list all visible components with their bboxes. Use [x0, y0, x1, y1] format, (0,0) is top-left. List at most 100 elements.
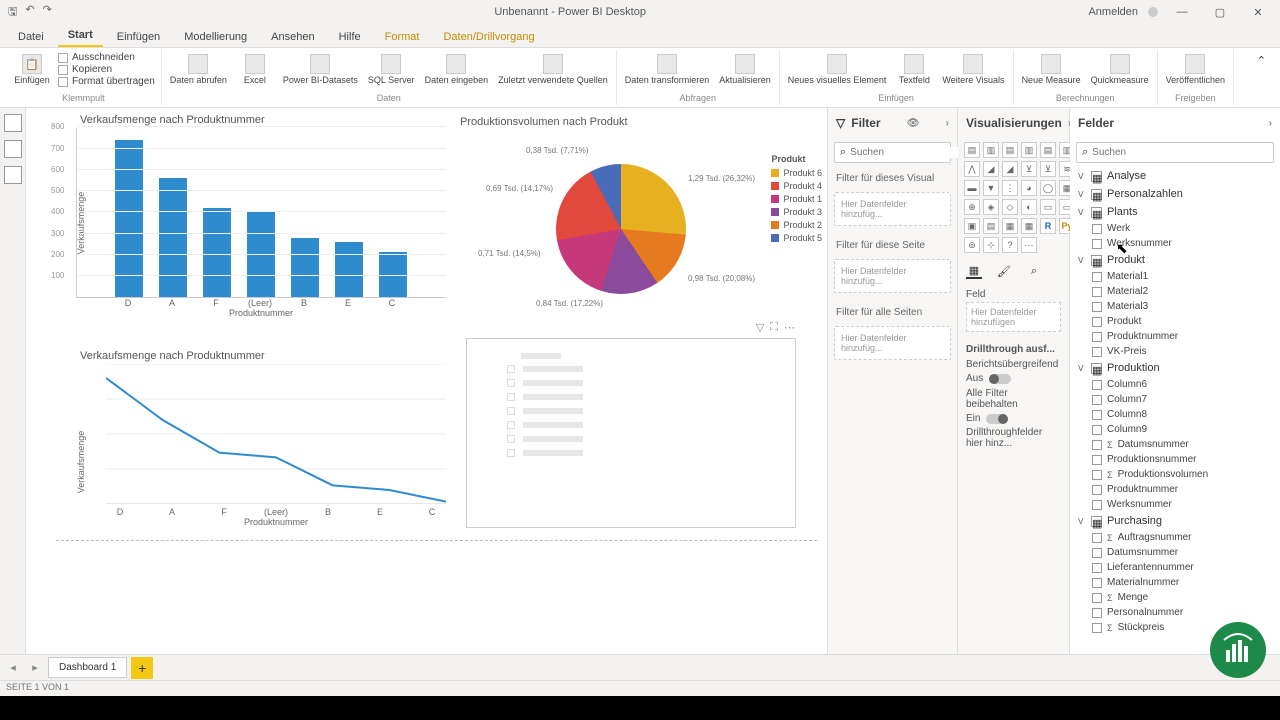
viz-type-shape-map[interactable]: ◇	[1002, 199, 1018, 215]
filter-search[interactable]: ⌕	[834, 142, 951, 163]
pie-chart-visual[interactable]: Produktionsvolumen nach Produkt 0,38 Tsd…	[456, 114, 826, 334]
visual-filter-icon[interactable]: ▽	[756, 321, 764, 334]
visual-focus-icon[interactable]: ⛶	[770, 321, 778, 334]
more-visuals-button[interactable]: Weitere Visuals	[940, 52, 1006, 88]
viz-type-card[interactable]: ▭	[1040, 199, 1056, 215]
tab-datadrill[interactable]: Daten/Drillvorgang	[433, 27, 544, 47]
pbi-datasets-button[interactable]: Power BI-Datasets	[281, 52, 360, 88]
viz-type-slicer[interactable]: ▤	[983, 218, 999, 234]
viz-type-matrix[interactable]: ▦	[1021, 218, 1037, 234]
field-menge[interactable]: ΣMenge	[1070, 590, 1280, 605]
field-datumsnummer[interactable]: Datumsnummer	[1070, 545, 1280, 560]
recent-sources-button[interactable]: Zuletzt verwendete Quellen	[496, 52, 610, 88]
drillthrough-drop[interactable]: Drillthroughfelder hier hinz...	[966, 427, 1061, 449]
viz-type-clustered-column[interactable]: ▥	[1021, 142, 1037, 158]
field-produktnummer[interactable]: Produktnummer	[1070, 329, 1280, 344]
viz-type-map[interactable]: ⊕	[964, 199, 980, 215]
viz-type-scatter[interactable]: ⋮	[1002, 180, 1018, 196]
viz-type-donut[interactable]: ◯	[1040, 180, 1056, 196]
fields-table-produkt[interactable]: ᐯ▦Produkt	[1070, 251, 1280, 269]
textbox-button[interactable]: Textfeld	[894, 52, 934, 88]
field-werksnummer[interactable]: Werksnummer	[1070, 497, 1280, 512]
field-produktionsvolumen[interactable]: ΣProduktionsvolumen	[1070, 467, 1280, 482]
maximize-button[interactable]: ▢	[1206, 6, 1234, 19]
fields-table-plants[interactable]: ᐯ▦Plants	[1070, 203, 1280, 221]
field-werksnummer[interactable]: Werksnummer	[1070, 236, 1280, 251]
line-chart-visual[interactable]: Verkaufsmenge nach Produktnummer Verkauf…	[76, 348, 446, 528]
help-badge[interactable]	[1210, 622, 1266, 678]
tab-help[interactable]: Hilfe	[329, 27, 371, 47]
model-view-icon[interactable]	[4, 166, 22, 184]
transform-data-button[interactable]: Daten transformieren	[623, 52, 712, 88]
paste-button[interactable]: 📋Einfügen	[12, 52, 52, 88]
excel-button[interactable]: Excel	[235, 52, 275, 88]
get-data-button[interactable]: Daten abrufen	[168, 52, 229, 88]
tab-view[interactable]: Ansehen	[261, 27, 324, 47]
viz-type-qa[interactable]: ?	[1002, 237, 1018, 253]
field-produktionsnummer[interactable]: Produktionsnummer	[1070, 452, 1280, 467]
new-visual-button[interactable]: Neues visuelles Element	[786, 52, 889, 88]
enter-data-button[interactable]: Daten eingeben	[423, 52, 491, 88]
viz-type-line-clustered[interactable]: ⊻	[1040, 161, 1056, 177]
fields-search-input[interactable]	[1092, 147, 1268, 158]
field-personalnummer[interactable]: Personalnummer	[1070, 605, 1280, 620]
tab-home[interactable]: Start	[58, 25, 103, 47]
viz-type-gauge[interactable]: ◐	[1021, 199, 1037, 215]
filter-eye-icon[interactable]: 👁	[907, 118, 920, 129]
tab-modeling[interactable]: Modellierung	[174, 27, 257, 47]
new-table-visual[interactable]: ▽ ⛶ ⋯	[466, 338, 796, 528]
viz-type-filled-map[interactable]: ◈	[983, 199, 999, 215]
undo-icon[interactable]: ↶	[25, 3, 34, 22]
field-produkt[interactable]: Produkt	[1070, 314, 1280, 329]
publish-button[interactable]: Veröffentlichen	[1164, 52, 1227, 88]
field-vk-preis[interactable]: VK-Preis	[1070, 344, 1280, 359]
field-column6[interactable]: Column6	[1070, 377, 1280, 392]
page-next-icon[interactable]: ▸	[26, 661, 44, 674]
fields-tab-icon[interactable]: ▦	[966, 263, 982, 279]
viz-type-line-column[interactable]: ⊻	[1021, 161, 1037, 177]
bar-chart-visual[interactable]: Verkaufsmenge nach Produktnummer Verkauf…	[76, 112, 446, 342]
viz-type-more[interactable]: ⋯	[1021, 237, 1037, 253]
sql-server-button[interactable]: SQL Server	[366, 52, 417, 88]
field-material2[interactable]: Material2	[1070, 284, 1280, 299]
filter-collapse-icon[interactable]: ›	[946, 118, 949, 129]
format-painter-button[interactable]: Format übertragen	[58, 76, 155, 87]
minimize-button[interactable]: —	[1168, 6, 1196, 18]
viz-type-stacked-bar[interactable]: ▤	[964, 142, 980, 158]
keep-filters-toggle[interactable]	[986, 414, 1008, 424]
fields-table-personalzahlen[interactable]: ᐯ▦Personalzahlen	[1070, 185, 1280, 203]
report-view-icon[interactable]	[4, 114, 22, 132]
fields-table-purchasing[interactable]: ᐯ▦Purchasing	[1070, 512, 1280, 530]
field-well-drop[interactable]: Hier Datenfelder hinzufügen	[966, 302, 1061, 332]
report-canvas[interactable]: Verkaufsmenge nach Produktnummer Verkauf…	[26, 108, 828, 654]
filter-visual-drop[interactable]: Hier Datenfelder hinzufüg...	[834, 192, 951, 226]
close-button[interactable]: ✕	[1244, 6, 1272, 19]
viz-type-waterfall[interactable]: ▬	[964, 180, 980, 196]
page-tab-1[interactable]: Dashboard 1	[48, 657, 127, 678]
field-datumsnummer[interactable]: ΣDatumsnummer	[1070, 437, 1280, 452]
tab-insert[interactable]: Einfügen	[107, 27, 170, 47]
filter-all-drop[interactable]: Hier Datenfelder hinzufüg...	[834, 326, 951, 360]
fields-table-analyse[interactable]: ᐯ▦Analyse	[1070, 167, 1280, 185]
page-prev-icon[interactable]: ◂	[4, 661, 22, 674]
viz-type-kpi[interactable]: ▣	[964, 218, 980, 234]
cut-button[interactable]: Ausschneiden	[58, 52, 155, 63]
fields-collapse-icon[interactable]: ›	[1269, 118, 1272, 129]
viz-type-line[interactable]: ⋀	[964, 161, 980, 177]
field-werk[interactable]: Werk	[1070, 221, 1280, 236]
visual-more-icon[interactable]: ⋯	[784, 321, 795, 334]
viz-type-funnel[interactable]: ▼	[983, 180, 999, 196]
analytics-tab-icon[interactable]: ⌕	[1026, 263, 1042, 279]
format-tab-icon[interactable]: 🖌	[996, 263, 1012, 279]
field-auftragsnummer[interactable]: ΣAuftragsnummer	[1070, 530, 1280, 545]
refresh-button[interactable]: Aktualisieren	[717, 52, 773, 88]
field-material1[interactable]: Material1	[1070, 269, 1280, 284]
field-produktnummer[interactable]: Produktnummer	[1070, 482, 1280, 497]
viz-type-area[interactable]: ◢	[983, 161, 999, 177]
add-page-button[interactable]: +	[131, 657, 153, 679]
field-column7[interactable]: Column7	[1070, 392, 1280, 407]
collapse-ribbon-icon[interactable]: ⌃	[1249, 50, 1274, 105]
fields-table-produktion[interactable]: ᐯ▦Produktion	[1070, 359, 1280, 377]
tab-format[interactable]: Format	[375, 27, 430, 47]
viz-type-pie[interactable]: ◕	[1021, 180, 1037, 196]
